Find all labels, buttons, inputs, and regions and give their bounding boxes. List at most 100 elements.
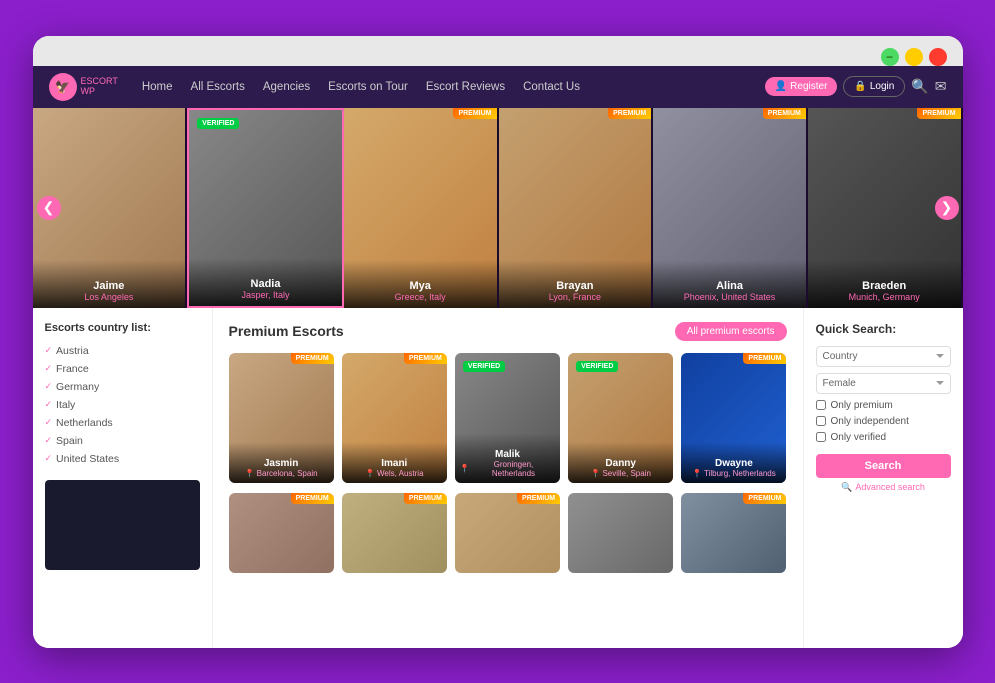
checkbox-premium-input[interactable] (816, 400, 826, 410)
mail-icon[interactable]: ✉ (935, 78, 947, 95)
minimize-button[interactable]: − (881, 48, 899, 66)
section-header: Premium Escorts All premium escorts (229, 322, 787, 341)
escort-badge-sm-2: PREMIUM (517, 493, 560, 504)
maximize-button[interactable] (905, 48, 923, 66)
escort-card-0[interactable]: PREMIUM Jasmin 📍 Barcelona, Spain (229, 353, 334, 483)
sidebar-item-netherlands[interactable]: Netherlands (45, 414, 200, 432)
pin-icon-0: 📍 (245, 469, 255, 478)
escort-card-sm-image-3 (568, 493, 673, 573)
nav-contact-us[interactable]: Contact Us (515, 77, 588, 97)
escort-card-sm-3[interactable] (568, 493, 673, 573)
escort-card-sm-image-2 (455, 493, 560, 573)
hero-card-location-0: Los Angeles (39, 292, 180, 302)
checkbox-only-independent[interactable]: Only independent (816, 416, 951, 427)
nav-all-escorts[interactable]: All Escorts (183, 77, 253, 97)
hero-card-3[interactable]: PREMIUM Brayan Lyon, France (499, 108, 654, 308)
logo-icon: 🦅 (49, 73, 77, 101)
checkbox-independent-input[interactable] (816, 416, 826, 426)
section-title: Premium Escorts (229, 323, 344, 339)
escort-card-sm-2[interactable]: PREMIUM (455, 493, 560, 573)
escort-badge-verified-3: VERIFIED (576, 361, 618, 372)
escort-name-1: Imani (347, 458, 442, 469)
nav-escort-reviews[interactable]: Escort Reviews (418, 77, 513, 97)
close-button[interactable] (929, 48, 947, 66)
nav-agencies[interactable]: Agencies (255, 77, 318, 97)
sidebar: Escorts country list: Austria France Ger… (33, 308, 213, 648)
escort-name-0: Jasmin (234, 458, 329, 469)
nav-actions: 👤 Register 🔒 Login 🔍 ✉ (765, 76, 947, 97)
escort-card-info-2: Malik 📍 Groningen, Netherlands (455, 433, 560, 483)
escort-location-0: 📍 Barcelona, Spain (234, 469, 329, 478)
sidebar-item-italy[interactable]: Italy (45, 396, 200, 414)
advanced-search-link[interactable]: 🔍 Advanced search (816, 482, 951, 493)
escort-card-info-4: Dwayne 📍 Tilburg, Netherlands (681, 442, 786, 483)
sidebar-item-france[interactable]: France (45, 360, 200, 378)
hero-card-info-0: Jaime Los Angeles (33, 260, 186, 308)
escort-location-1: 📍 Wels, Austria (347, 469, 442, 478)
escort-card-sm-image-4 (681, 493, 786, 573)
sidebar-item-germany[interactable]: Germany (45, 378, 200, 396)
badge-premium-2: PREMIUM (453, 108, 496, 119)
escort-badge-sm-4: PREMIUM (743, 493, 786, 504)
escort-card-info-0: Jasmin 📍 Barcelona, Spain (229, 442, 334, 483)
checkbox-only-verified[interactable]: Only verified (816, 432, 951, 443)
browser-content: 🦅 ESCORT WP Home All Escorts Agencies Es… (33, 66, 963, 648)
escort-badge-premium-0: PREMIUM (291, 353, 334, 364)
hero-card-name-2: Mya (350, 280, 491, 292)
user-icon: 👤 (775, 81, 787, 92)
pin-icon-4: 📍 (692, 469, 702, 478)
checkbox-only-premium[interactable]: Only premium (816, 400, 951, 411)
gender-select[interactable]: Female (816, 373, 951, 394)
escort-badge-premium-4: PREMIUM (743, 353, 786, 364)
carousel-prev-button[interactable]: ❮ (37, 196, 61, 220)
escort-badge-sm-0: PREMIUM (291, 493, 334, 504)
escort-name-2: Malik (460, 449, 555, 460)
sidebar-item-spain[interactable]: Spain (45, 432, 200, 450)
navbar: 🦅 ESCORT WP Home All Escorts Agencies Es… (33, 66, 963, 108)
logo-text: ESCORT WP (81, 77, 118, 97)
badge-premium-3: PREMIUM (608, 108, 651, 119)
hero-card-location-4: Phoenix, United States (659, 292, 800, 302)
logo[interactable]: 🦅 ESCORT WP (49, 73, 118, 101)
checkbox-verified-input[interactable] (816, 432, 826, 442)
nav-escorts-on-tour[interactable]: Escorts on Tour (320, 77, 416, 97)
escort-location-4: 📍 Tilburg, Netherlands (686, 469, 781, 478)
escort-card-sm-1[interactable]: PREMIUM (342, 493, 447, 573)
country-select[interactable]: Country (816, 346, 951, 367)
hero-card-2[interactable]: PREMIUM Mya Greece, Italy (344, 108, 499, 308)
nav-home[interactable]: Home (134, 77, 181, 97)
search-icon[interactable]: 🔍 (911, 78, 928, 95)
hero-card-name-0: Jaime (39, 280, 180, 292)
escort-card-2[interactable]: VERIFIED Malik 📍 Groningen, Netherlands (455, 353, 560, 483)
content-area: Premium Escorts All premium escorts PREM… (213, 308, 803, 648)
pin-icon-2: 📍 (460, 464, 470, 473)
sidebar-item-united-states[interactable]: United States (45, 450, 200, 468)
escort-card-info-3: Danny 📍 Seville, Spain (568, 442, 673, 483)
escort-location-2: 📍 Groningen, Netherlands (460, 460, 555, 478)
login-button[interactable]: 🔒 Login (843, 76, 905, 97)
escort-grid-row2: PREMIUM PREMIUM PREMIUM (229, 493, 787, 573)
search-button[interactable]: Search (816, 454, 951, 478)
sidebar-item-austria[interactable]: Austria (45, 342, 200, 360)
hero-card-name-5: Braeden (814, 280, 955, 292)
all-premium-button[interactable]: All premium escorts (675, 322, 787, 341)
pin-icon-3: 📍 (590, 469, 600, 478)
hero-card-location-1: Jasper, Italy (195, 290, 336, 300)
escort-card-sm-0[interactable]: PREMIUM (229, 493, 334, 573)
escort-card-sm-4[interactable]: PREMIUM (681, 493, 786, 573)
hero-card-1[interactable]: VERIFIED Nadia Jasper, Italy (187, 108, 344, 308)
hero-card-4[interactable]: PREMIUM Alina Phoenix, United States (653, 108, 808, 308)
hero-card-location-2: Greece, Italy (350, 292, 491, 302)
register-button[interactable]: 👤 Register (765, 77, 838, 96)
escort-card-1[interactable]: PREMIUM Imani 📍 Wels, Austria (342, 353, 447, 483)
escort-card-3[interactable]: VERIFIED Danny 📍 Seville, Spain (568, 353, 673, 483)
escort-badge-verified-2: VERIFIED (463, 361, 505, 372)
lock-icon: 🔒 (854, 81, 866, 92)
hero-card-name-4: Alina (659, 280, 800, 292)
escort-card-info-1: Imani 📍 Wels, Austria (342, 442, 447, 483)
hero-card-info-2: Mya Greece, Italy (344, 260, 497, 308)
badge-premium-5: PREMIUM (917, 108, 960, 119)
escort-card-4[interactable]: PREMIUM Dwayne 📍 Tilburg, Netherlands (681, 353, 786, 483)
carousel-next-button[interactable]: ❯ (935, 196, 959, 220)
browser-chrome: − (33, 36, 963, 66)
